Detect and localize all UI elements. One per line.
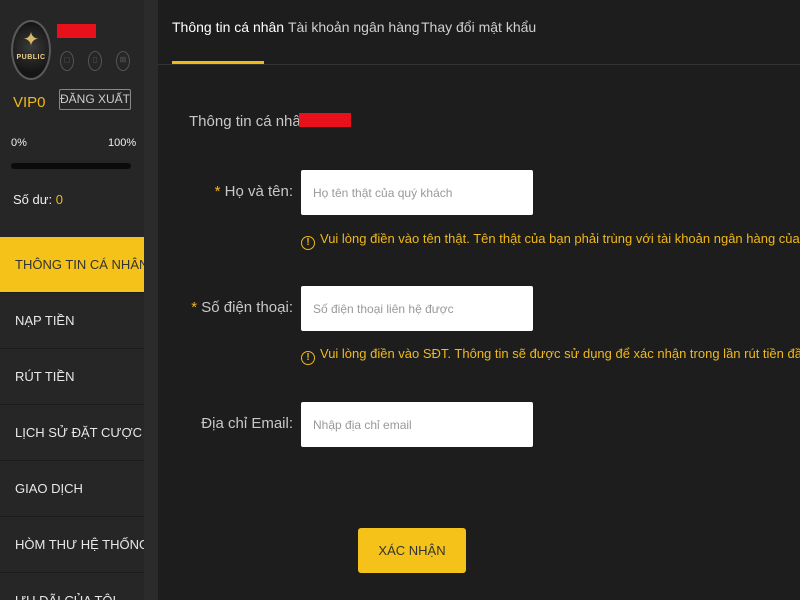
sidebar: ✦ PUBLIC ◻ ▯ ⊠ VIP0 ĐĂNG XUẤT 0% 100% Số… [0, 0, 144, 600]
required-mark: * [191, 299, 198, 316]
sidebar-item-withdraw[interactable]: RÚT TIỀN [0, 349, 144, 405]
exclamation-circle-icon: ! [301, 351, 315, 365]
vip-progress-bar [11, 163, 131, 169]
phone-hint-text: Vui lòng điền vào SĐT. Thông tin sẽ được… [320, 346, 800, 361]
balance-label: Số dư: [13, 192, 53, 207]
fullname-hint: ! Vui lòng điền vào tên thật. Tên thật củ… [301, 231, 800, 250]
sidebar-divider [144, 0, 158, 600]
sidebar-item-transactions[interactable]: GIAO DỊCH [0, 461, 144, 517]
phone-hint: ! Vui lòng điền vào SĐT. Thông tin sẽ đượ… [301, 346, 800, 365]
username-redacted [57, 24, 96, 38]
avatar: ✦ PUBLIC [11, 20, 51, 80]
phone-icon[interactable]: ▯ [88, 51, 102, 71]
sidebar-item-bet-history[interactable]: LỊCH SỬ ĐẶT CƯỢC [0, 405, 144, 461]
fullname-label: * Họ và tên: [173, 183, 293, 200]
phone-label-text: Số điện thoại: [201, 299, 293, 316]
progress-max-label: 100% [108, 137, 137, 149]
link-icon[interactable]: ⊠ [116, 51, 130, 71]
sidebar-item-personal-info[interactable]: THÔNG TIN CÁ NHÂN [0, 237, 144, 293]
tab-personal-info[interactable]: Thông tin cá nhân [172, 19, 284, 35]
section-title: Thông tin cá nhân [189, 113, 310, 130]
submit-button[interactable]: XÁC NHẬN [358, 528, 466, 573]
balance: Số dư: 0 [13, 192, 63, 207]
main-content: Thông tin cá nhân Tài khoản ngân hàng Th… [158, 0, 800, 600]
logout-button[interactable]: ĐĂNG XUẤT [59, 89, 131, 110]
required-mark: * [214, 183, 221, 200]
sidebar-item-my-promotions[interactable]: ƯU ĐÃI CỦA TÔI [0, 573, 144, 600]
avatar-brand: PUBLIC [16, 54, 46, 61]
fullname-label-text: Họ và tên: [224, 183, 293, 200]
sidebar-item-deposit[interactable]: NẠP TIỀN [0, 293, 144, 349]
section-title-redacted [299, 113, 351, 127]
tab-change-password[interactable]: Thay đổi mật khẩu [421, 19, 536, 35]
sidebar-item-system-inbox[interactable]: HÒM THƯ HỆ THỐNG [0, 517, 144, 573]
exclamation-circle-icon: ! [301, 236, 315, 250]
chat-icon[interactable]: ◻ [60, 51, 74, 71]
active-tab-indicator [172, 61, 264, 64]
sidebar-nav: THÔNG TIN CÁ NHÂN NẠP TIỀN RÚT TIỀN LỊCH… [0, 237, 144, 600]
tab-bank-account[interactable]: Tài khoản ngân hàng [288, 19, 420, 35]
email-input[interactable] [301, 402, 533, 447]
fullname-input[interactable] [301, 170, 533, 215]
star-logo-icon: ✦ [22, 29, 40, 51]
fullname-hint-text: Vui lòng điền vào tên thật. Tên thật của… [320, 231, 800, 246]
vip-level: VIP0 [13, 94, 46, 111]
progress-min-label: 0% [11, 137, 27, 149]
tab-bar: Thông tin cá nhân Tài khoản ngân hàng Th… [158, 0, 800, 65]
phone-label: * Số điện thoại: [173, 299, 293, 316]
phone-input[interactable] [301, 286, 533, 331]
balance-value: 0 [55, 192, 63, 207]
email-label: Địa chỉ Email: [201, 415, 293, 432]
